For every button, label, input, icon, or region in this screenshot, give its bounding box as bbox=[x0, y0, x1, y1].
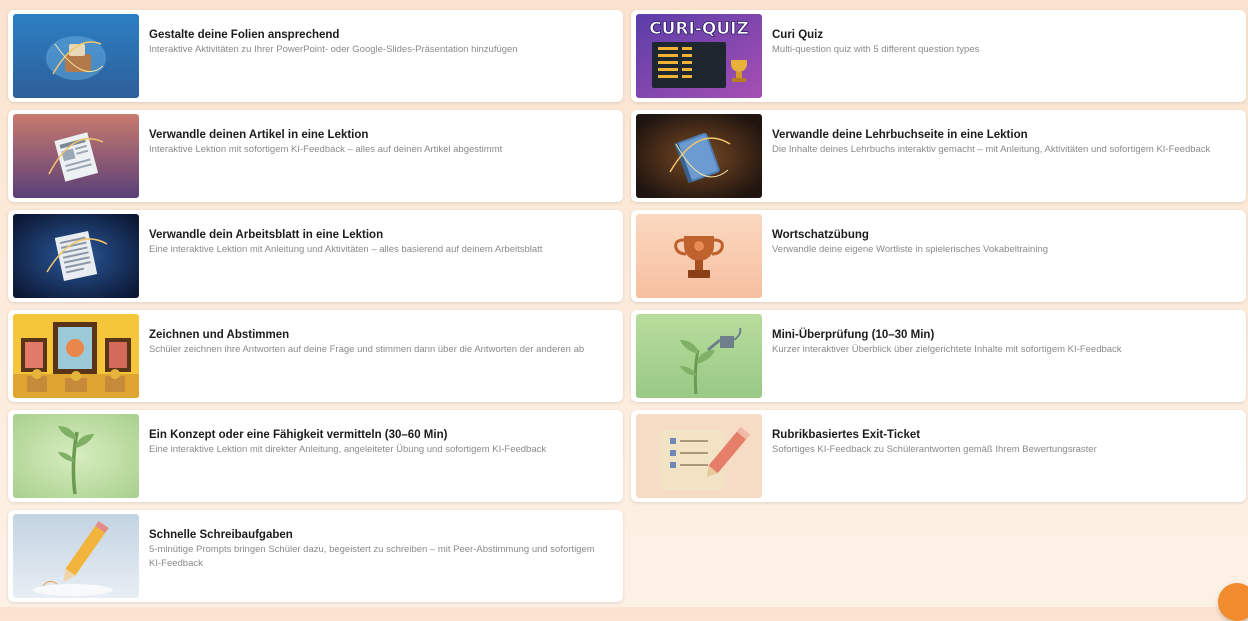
activity-card-worksheet[interactable]: Verwandle dein Arbeitsblatt in eine Lekt… bbox=[8, 210, 623, 302]
card-description: Multi-question quiz with 5 different que… bbox=[772, 44, 980, 55]
draw-vote-thumbnail bbox=[13, 314, 139, 398]
article-thumbnail bbox=[13, 114, 139, 198]
card-description: Verwandle deine eigene Wortliste in spie… bbox=[772, 244, 1049, 255]
activity-card-slides[interactable]: Gestalte deine Folien ansprechend Intera… bbox=[8, 10, 623, 102]
textbook-thumbnail bbox=[636, 114, 762, 198]
card-description: Eine interaktive Lektion mit Anleitung u… bbox=[149, 244, 543, 255]
card-title: Zeichnen und Abstimmen bbox=[149, 329, 290, 341]
card-description: Kurzer interaktiver Überblick über zielg… bbox=[772, 344, 1122, 355]
card-title: Ein Konzept oder eine Fähigkeit vermitte… bbox=[149, 429, 448, 441]
card-title: Schnelle Schreibaufgaben bbox=[149, 529, 293, 541]
exit-ticket-thumbnail bbox=[636, 414, 762, 498]
card-title: Verwandle deinen Artikel in eine Lektion bbox=[149, 129, 369, 141]
quick-writing-thumbnail bbox=[13, 514, 139, 598]
card-description: Sofortiges KI-Feedback zu Schülerantwort… bbox=[772, 444, 1097, 455]
slides-thumbnail bbox=[13, 14, 139, 98]
activity-card-curi-quiz[interactable]: CURI-QUIZ Curi Quiz Multi-question quiz … bbox=[631, 10, 1246, 102]
card-title: Wortschatzübung bbox=[772, 229, 869, 241]
activity-grid: Gestalte deine Folien ansprechend Intera… bbox=[8, 10, 1246, 602]
activity-card-draw-vote[interactable]: Zeichnen und Abstimmen Schüler zeichnen … bbox=[8, 310, 623, 402]
card-description: Interaktive Aktivitäten zu Ihrer PowerPo… bbox=[149, 44, 518, 55]
card-title: Rubrikbasiertes Exit-Ticket bbox=[772, 429, 921, 441]
activity-card-exit-ticket[interactable]: Rubrikbasiertes Exit-Ticket Sofortiges K… bbox=[631, 410, 1246, 502]
curi-quiz-logo-text: CURI-QUIZ bbox=[649, 19, 749, 39]
activity-card-mini-review[interactable]: Mini-Überprüfung (10–30 Min) Kurzer inte… bbox=[631, 310, 1246, 402]
card-title: Mini-Überprüfung (10–30 Min) bbox=[772, 329, 935, 341]
card-title: Verwandle dein Arbeitsblatt in eine Lekt… bbox=[149, 229, 384, 241]
card-title: Gestalte deine Folien ansprechend bbox=[149, 29, 340, 41]
curi-quiz-thumbnail: CURI-QUIZ bbox=[636, 14, 762, 98]
activity-card-concept[interactable]: Ein Konzept oder eine Fähigkeit vermitte… bbox=[8, 410, 623, 502]
vocabulary-thumbnail bbox=[636, 214, 762, 298]
activity-card-textbook[interactable]: Verwandle deine Lehrbuchseite in eine Le… bbox=[631, 110, 1246, 202]
card-description: Eine interaktive Lektion mit direkter An… bbox=[149, 444, 547, 455]
card-description: 5-minütige Prompts bringen Schüler dazu,… bbox=[149, 544, 595, 569]
help-chat-button[interactable] bbox=[1218, 583, 1248, 621]
activity-card-article[interactable]: Verwandle deinen Artikel in eine Lektion… bbox=[8, 110, 623, 202]
activity-card-quick-writing[interactable]: Schnelle Schreibaufgaben 5-minütige Prom… bbox=[8, 510, 623, 602]
card-title: Curi Quiz bbox=[772, 29, 824, 41]
card-description: Die Inhalte deines Lehrbuchs interaktiv … bbox=[772, 144, 1211, 155]
card-description: Interaktive Lektion mit sofortigem KI-Fe… bbox=[149, 144, 503, 155]
mini-review-thumbnail bbox=[636, 314, 762, 398]
concept-thumbnail bbox=[13, 414, 139, 498]
card-title: Verwandle deine Lehrbuchseite in eine Le… bbox=[772, 129, 1028, 141]
worksheet-thumbnail bbox=[13, 214, 139, 298]
card-description: Schüler zeichnen ihre Antworten auf dein… bbox=[149, 344, 585, 355]
activity-card-vocabulary[interactable]: Wortschatzübung Verwandle deine eigene W… bbox=[631, 210, 1246, 302]
